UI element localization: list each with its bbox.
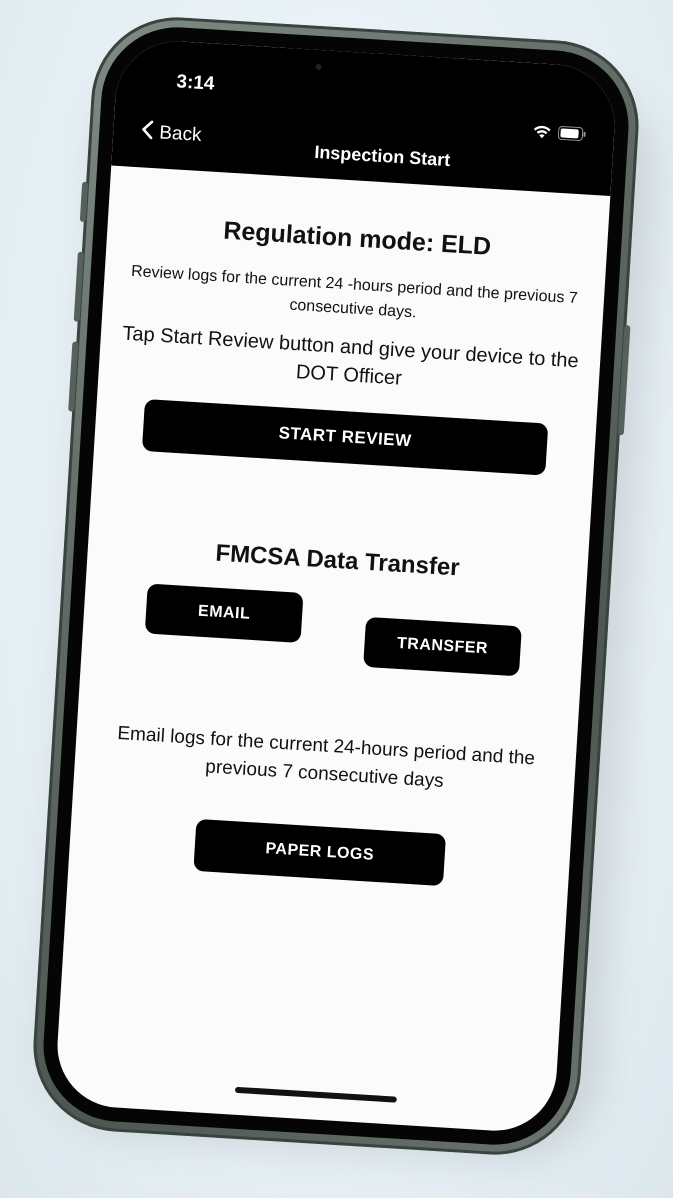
email-logs-description: Email logs for the current 24-hours peri…: [116, 722, 536, 792]
battery-icon: [557, 125, 587, 142]
email-button[interactable]: EMAIL: [144, 583, 304, 643]
transfer-heading: FMCSA Data Transfer: [214, 539, 461, 582]
start-review-button[interactable]: START REVIEW: [141, 398, 549, 476]
regulation-heading: Regulation mode: ELD: [222, 216, 492, 261]
status-icons: [532, 123, 587, 142]
transfer-buttons: EMAIL TRANSFER: [82, 580, 585, 680]
home-indicator[interactable]: [234, 1086, 397, 1103]
camera-icon: [315, 63, 322, 71]
side-button-volume-up: [73, 251, 84, 322]
start-instructions: Tap Start Review button and give your de…: [121, 322, 580, 390]
paper-logs-button[interactable]: PAPER LOGS: [193, 818, 447, 887]
main-content: Regulation mode: ELD Review logs for the…: [54, 165, 610, 1134]
phone-screen: 3:14 Back Inspection Start Regulation mo…: [53, 37, 619, 1135]
background: 3:14 Back Inspection Start Regulation mo…: [0, 0, 673, 1198]
phone-frame: 3:14 Back Inspection Start Regulation mo…: [28, 12, 644, 1160]
side-button-volume-down: [68, 341, 79, 412]
wifi-icon: [532, 123, 553, 140]
transfer-button[interactable]: TRANSFER: [363, 616, 522, 677]
side-button-silent: [79, 181, 89, 223]
phone-bezel: 3:14 Back Inspection Start Regulation mo…: [39, 22, 633, 1150]
status-time: 3:14: [175, 71, 216, 95]
notch: [286, 48, 459, 99]
